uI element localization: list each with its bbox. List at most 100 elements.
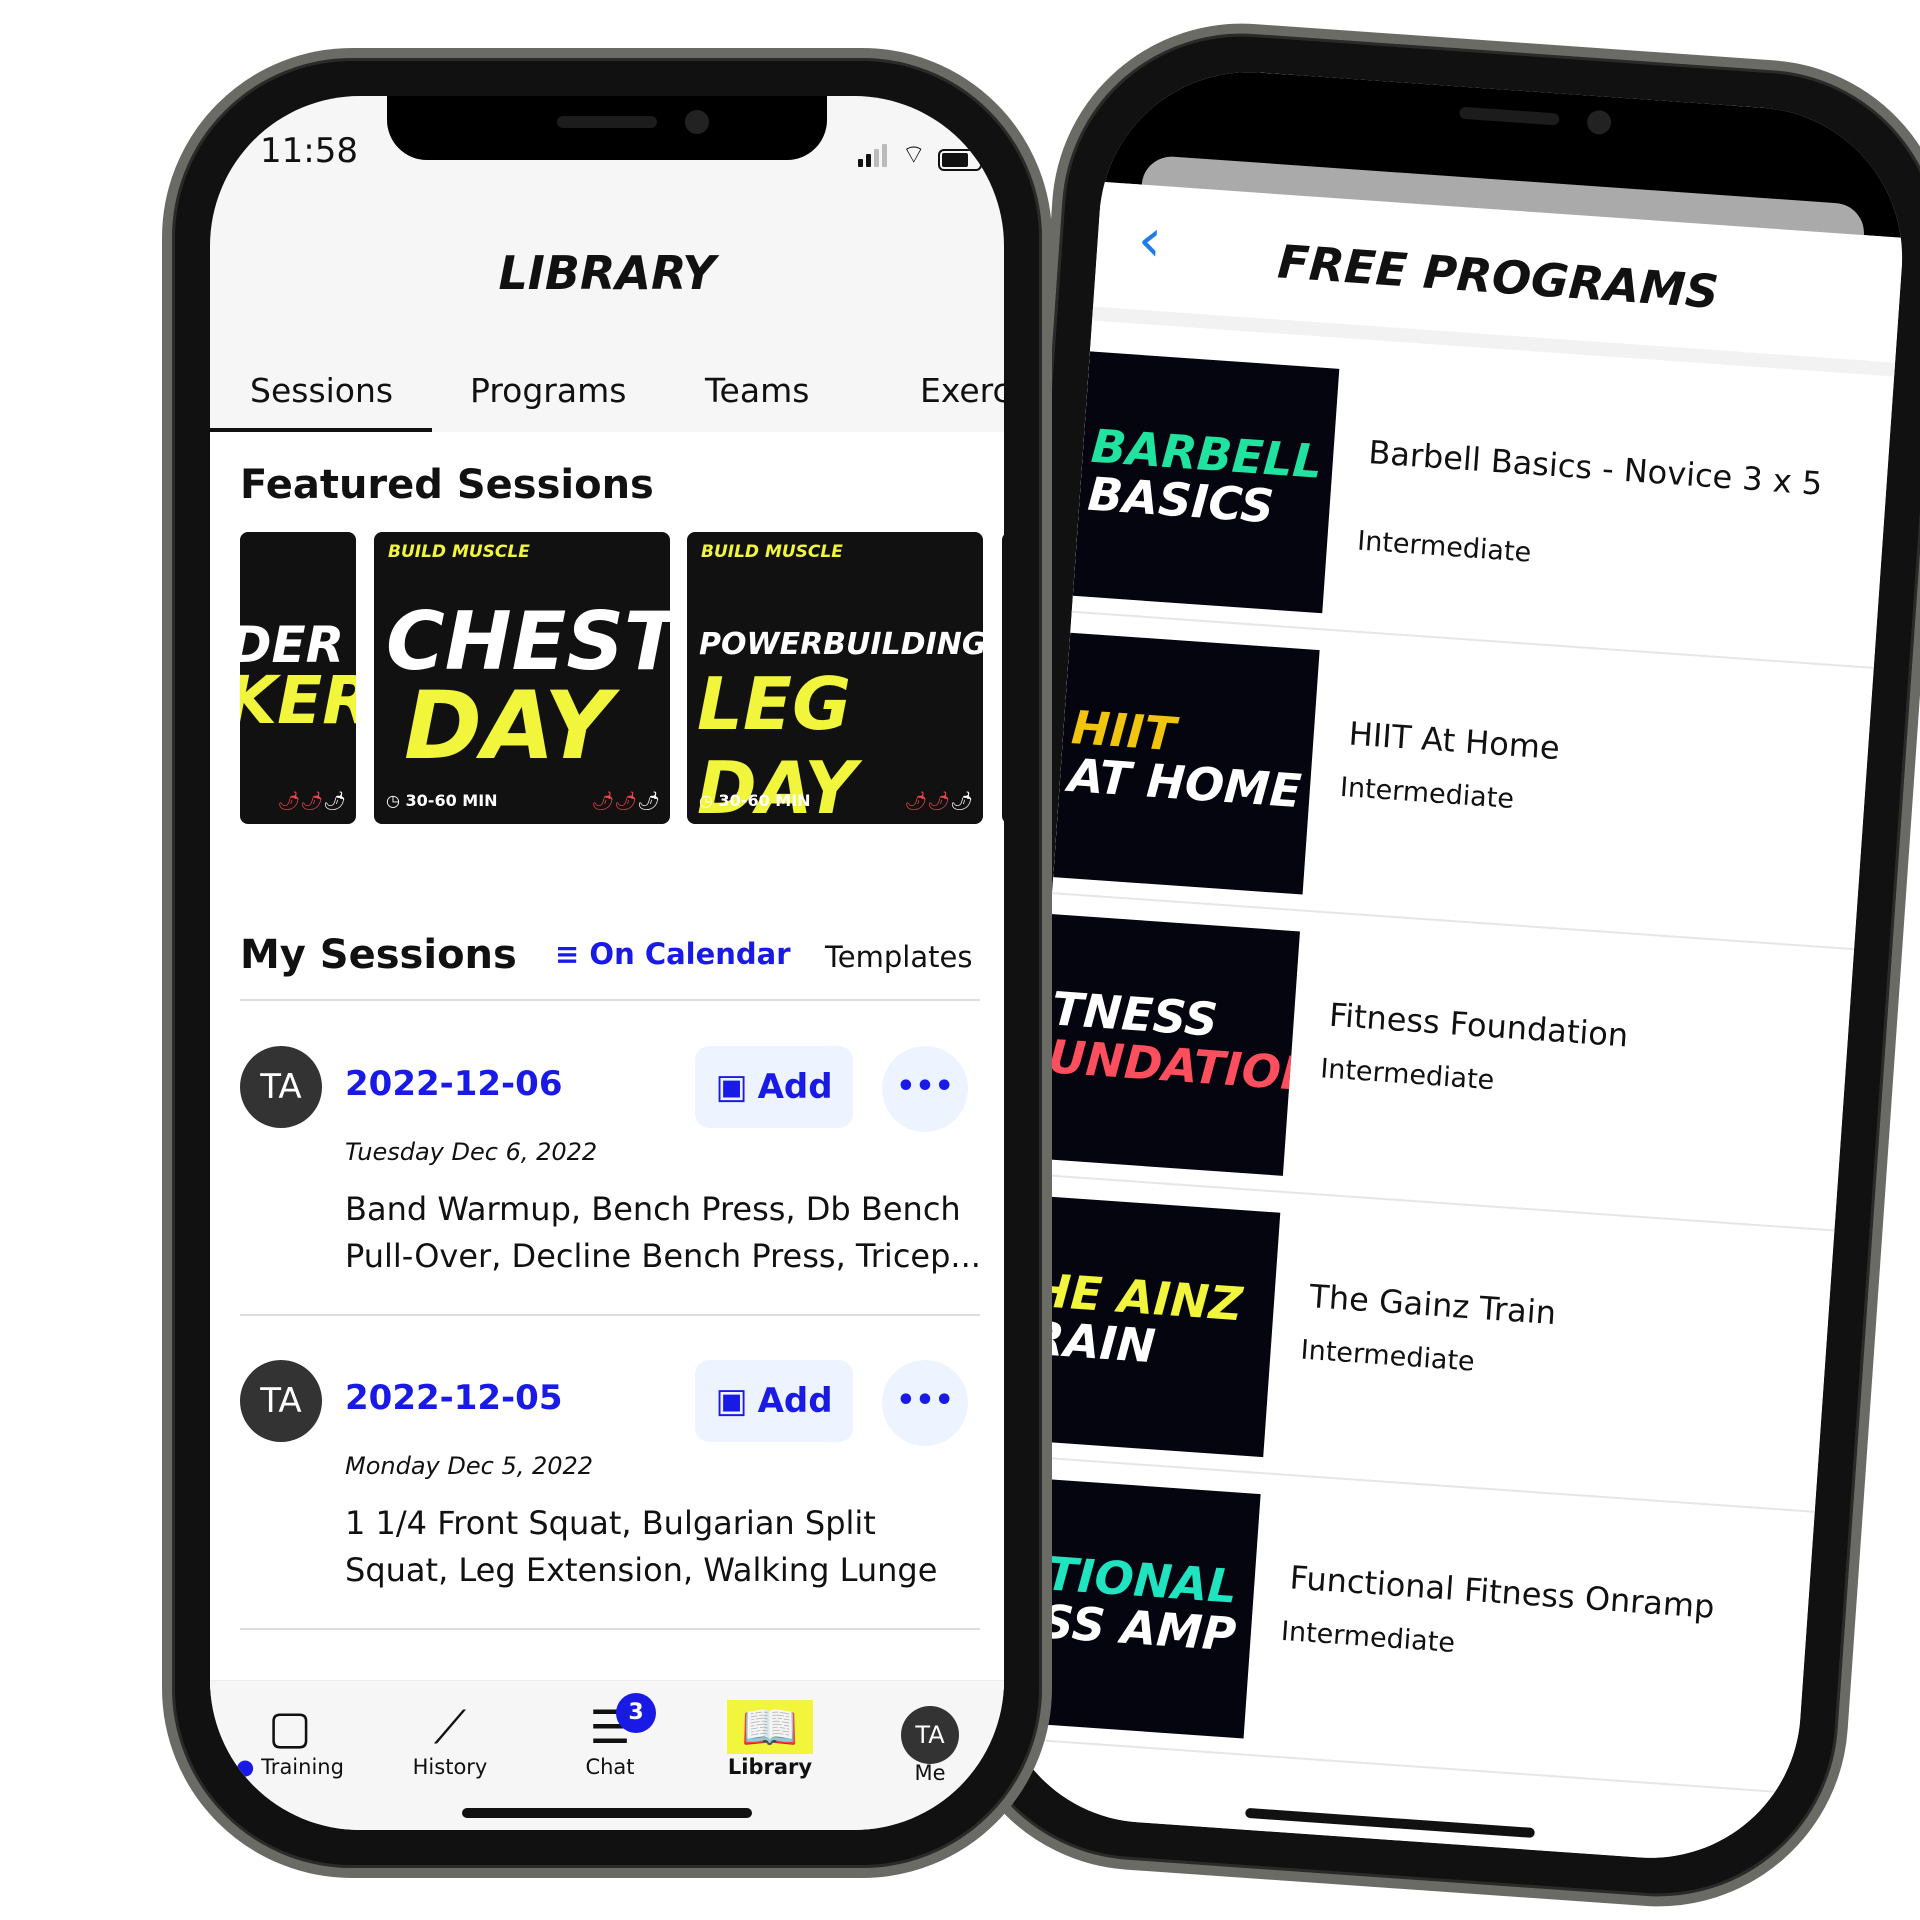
left-phone-screen: 11:58 ⌔ LIBRARY Sessions Programs Teams … <box>210 96 1004 1830</box>
nav-label: Library <box>727 1755 813 1779</box>
chat-icon: ☰ <box>589 1700 631 1754</box>
right-phone-screen: ‹ FREE PROGRAMS BARBELL BASICS Barbell Ba… <box>987 62 1913 1868</box>
program-name: HIIT At Home <box>1347 714 1561 768</box>
thumb-text: HIIT AT HOME <box>1066 700 1304 819</box>
avatar: TA <box>240 1360 322 1442</box>
divider <box>240 999 980 1001</box>
program-name: Fitness Foundation <box>1327 995 1630 1055</box>
add-to-calendar-button[interactable]: ▣ Add <box>695 1360 853 1442</box>
featured-card-chest-day[interactable]: BUILD MUSCLE CHEST DAY ◷ 30-60 MIN 🌶🌶🌶 <box>374 532 670 824</box>
session-row[interactable]: TA 2022-12-05 ▣ Add ••• Monday Dec 5, 202… <box>240 1360 980 1620</box>
nav-training[interactable]: ▢ ● Training <box>220 1699 360 1779</box>
bottom-nav: ▢ ● Training ⟋ History ☰ 3 Chat 📖 Librar… <box>210 1680 1004 1830</box>
featured-carousel[interactable]: DER KER 🌶🌶🌶 BUILD MUSCLE CHEST DAY ◷ 30-… <box>240 532 1004 824</box>
nav-label: Training <box>261 1755 344 1779</box>
book-icon: 📖 <box>700 1699 840 1755</box>
card-subtitle: KER <box>240 662 356 739</box>
signal-icon <box>857 144 890 171</box>
home-indicator <box>462 1808 752 1818</box>
program-level: Intermediate <box>1339 771 1515 816</box>
filter-label: On Calendar <box>589 937 791 971</box>
page-title: LIBRARY <box>498 246 716 300</box>
tab-sessions[interactable]: Sessions <box>210 361 430 421</box>
program-name: Barbell Basics - Novice 3 x 5 <box>1367 433 1824 503</box>
nav-me[interactable]: TA Me <box>860 1699 1000 1785</box>
session-day: Tuesday Dec 6, 2022 <box>345 1138 598 1166</box>
nav-label: History <box>412 1755 488 1779</box>
session-date[interactable]: 2022-12-06 <box>345 1064 562 1104</box>
wifi-icon: ⌔ <box>901 140 926 170</box>
card-subtitle: DAY <box>404 672 613 781</box>
thumb-text: TNESS UNDATION <box>1046 981 1300 1103</box>
session-day: Monday Dec 5, 2022 <box>345 1452 594 1480</box>
duration-text: 30-60 MIN <box>405 791 498 810</box>
nav-history[interactable]: ⟋ History <box>380 1699 520 1779</box>
card-title: CHEST <box>386 595 670 688</box>
card-tag: BUILD MUSCLE <box>388 542 530 562</box>
program-thumbnail: TNESS UNDATION <box>1033 914 1300 1176</box>
program-list-item[interactable]: HIIT AT HOME HIIT At Home Intermediate <box>1051 612 1874 951</box>
program-thumbnail: BARBELL BASICS <box>1072 351 1340 614</box>
my-sessions-heading: My Sessions <box>240 932 517 978</box>
calendar-icon: ▢ <box>268 1700 312 1754</box>
session-exercises: Band Warmup, Bench Press, Db Bench Pull-… <box>345 1190 981 1275</box>
program-thumbnail: HIIT AT HOME <box>1053 632 1320 895</box>
tab-exercises[interactable]: Exerc <box>870 361 1004 421</box>
card-duration: ◷ 30-60 MIN <box>386 791 498 810</box>
program-level: Intermediate <box>1280 1615 1456 1659</box>
program-level: Intermediate <box>1299 1334 1476 1378</box>
featured-card-leg-day[interactable]: BUILD MUSCLE POWERBUILDING LEG DAY ◷ 30-… <box>687 532 983 824</box>
program-list-item[interactable]: HE AINZ RAIN The Gainz Train Intermediate <box>1012 1175 1835 1513</box>
intensity-peppers-icon: 🌶🌶🌶 <box>591 791 660 812</box>
featured-card[interactable] <box>1002 532 1004 824</box>
templates-link[interactable]: Templates <box>825 940 972 974</box>
sessions-content: Featured Sessions DER KER 🌶🌶🌶 BUILD MUSC… <box>210 432 1004 1690</box>
duration-text: 30-60 MIN <box>718 791 811 810</box>
program-name: Functional Fitness Onramp <box>1288 1558 1716 1626</box>
battery-icon <box>938 149 982 171</box>
program-name: The Gainz Train <box>1308 1277 1558 1333</box>
nav-chat[interactable]: ☰ 3 Chat <box>540 1693 680 1779</box>
unread-badge: 3 <box>616 1693 656 1733</box>
right-phone-frame: ‹ FREE PROGRAMS BARBELL BASICS Barbell Ba… <box>936 10 1920 1920</box>
session-exercises: 1 1/4 Front Squat, Bulgarian Split Squat… <box>345 1504 938 1589</box>
calendar-icon: ▣ <box>715 1067 748 1107</box>
program-list-item[interactable]: BARBELL BASICS Barbell Basics - Novice 3 … <box>1071 331 1894 669</box>
add-label: Add <box>757 1381 833 1421</box>
left-phone-frame: 11:58 ⌔ LIBRARY Sessions Programs Teams … <box>162 48 1052 1878</box>
more-options-button[interactable]: ••• <box>882 1046 968 1132</box>
avatar: TA <box>901 1706 959 1764</box>
add-label: Add <box>757 1067 833 1107</box>
library-tabs: Sessions Programs Teams Exerc <box>210 361 1004 421</box>
featured-card[interactable]: DER KER 🌶🌶🌶 <box>240 532 356 824</box>
barbell-icon: ⟋ <box>433 1700 467 1754</box>
avatar: TA <box>240 1046 322 1128</box>
thumb-text: HE AINZ RAIN <box>1027 1262 1245 1374</box>
tab-teams[interactable]: Teams <box>650 361 870 421</box>
tab-programs[interactable]: Programs <box>430 361 650 421</box>
program-level: Intermediate <box>1319 1053 1496 1097</box>
program-thumbnail: HE AINZ RAIN <box>1013 1195 1281 1458</box>
add-to-calendar-button[interactable]: ▣ Add <box>695 1046 853 1128</box>
nav-label: Chat <box>585 1755 635 1779</box>
intensity-peppers-icon: 🌶🌶🌶 <box>904 791 973 812</box>
session-date[interactable]: 2022-12-05 <box>345 1378 562 1418</box>
session-row[interactable]: TA 2022-12-06 ▣ Add ••• Tuesday Dec 6, 20… <box>240 1046 981 1306</box>
program-list-item[interactable]: TNESS UNDATION Fitness Foundation Interme… <box>1032 894 1855 1232</box>
nav-library[interactable]: 📖 Library <box>700 1699 840 1779</box>
more-options-button[interactable]: ••• <box>882 1360 968 1446</box>
free-programs-sheet: ‹ FREE PROGRAMS BARBELL BASICS Barbell Ba… <box>987 181 1904 1868</box>
on-calendar-filter[interactable]: ≡ On Calendar <box>555 937 791 971</box>
program-level: Intermediate <box>1356 525 1533 569</box>
program-list-item[interactable]: CTIONAL ESS AMP Functional Fitness Onramp… <box>992 1456 1815 1795</box>
clock-icon: ◷ <box>386 791 406 810</box>
nav-label: Me <box>914 1761 946 1785</box>
active-dot: ● <box>236 1755 255 1779</box>
card-tag: BUILD MUSCLE <box>701 542 843 562</box>
card-duration: ◷ 30-60 MIN <box>699 791 811 810</box>
divider <box>240 1628 980 1630</box>
card-title: POWERBUILDING <box>699 627 983 662</box>
status-icons: ⌔ <box>857 138 982 171</box>
featured-sessions-heading: Featured Sessions <box>240 462 654 508</box>
clock-icon: ◷ <box>699 791 719 810</box>
